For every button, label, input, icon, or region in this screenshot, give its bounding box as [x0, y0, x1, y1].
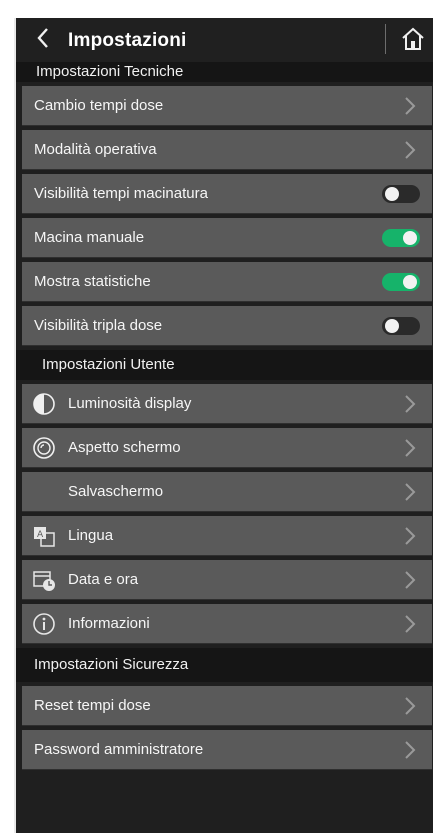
language-icon: A: [30, 522, 58, 550]
row-label: Aspetto schermo: [68, 439, 181, 456]
chevron-left-icon: [37, 28, 48, 48]
toggle-switch-on[interactable]: [382, 228, 420, 247]
chevron-right-icon: [398, 568, 422, 592]
row-label: Informazioni: [68, 615, 150, 632]
chevron-right-icon: [398, 738, 422, 762]
chevron-right-icon: [398, 436, 422, 460]
section-header-utente: Impostazioni Utente: [16, 350, 433, 380]
section-title: Impostazioni Tecniche: [36, 63, 184, 80]
row-visibilita-tempi-macinatura: Visibilità tempi macinatura: [22, 174, 432, 214]
chevron-right-icon: [398, 694, 422, 718]
section-header-sicurezza: Impostazioni Sicurezza: [16, 648, 433, 682]
row-data-e-ora[interactable]: Data e ora: [22, 560, 432, 600]
home-icon: [402, 27, 424, 50]
section-header-tecniche: Impostazioni Tecniche: [16, 62, 433, 82]
row-label: Macina manuale: [34, 229, 145, 246]
screensaver-moon-icon: [30, 478, 58, 506]
header-divider: [385, 24, 386, 54]
row-label: Password amministratore: [34, 741, 204, 758]
row-password-amministratore[interactable]: Password amministratore: [22, 730, 432, 770]
settings-screen: Impostazioni Impostazioni Tecniche Cambi…: [14, 18, 433, 833]
row-reset-tempi-dose[interactable]: Reset tempi dose: [22, 686, 432, 726]
back-button[interactable]: [34, 26, 52, 50]
row-macina-manuale: Macina manuale: [22, 218, 432, 258]
brightness-icon: [30, 390, 58, 418]
toggle-switch-off[interactable]: [382, 316, 420, 335]
row-salvaschermo[interactable]: Salvaschermo: [22, 472, 432, 512]
row-label: Reset tempi dose: [34, 697, 151, 714]
chevron-right-icon: [398, 612, 422, 636]
header-bar: Impostazioni: [16, 18, 433, 62]
home-button[interactable]: [398, 24, 428, 54]
row-label: Modalità operativa: [34, 141, 157, 158]
row-label: Luminosità display: [68, 395, 192, 412]
toggle-knob: [403, 230, 417, 245]
row-visibilita-tripla-dose: Visibilità tripla dose: [22, 306, 432, 346]
section-title: Impostazioni Sicurezza: [34, 656, 189, 673]
row-lingua[interactable]: A Lingua: [22, 516, 432, 556]
chevron-right-icon: [398, 138, 422, 162]
row-cambio-tempi-dose[interactable]: Cambio tempi dose: [22, 86, 432, 126]
toggle-knob: [385, 186, 399, 201]
section-title: Impostazioni Utente: [42, 356, 175, 373]
row-label: Salvaschermo: [68, 483, 164, 500]
chevron-right-icon: [398, 524, 422, 548]
row-label: Visibilità tempi macinatura: [34, 185, 208, 202]
row-luminosita-display[interactable]: Luminosità display: [22, 384, 432, 424]
row-label: Visibilità tripla dose: [34, 317, 163, 334]
chevron-right-icon: [398, 94, 422, 118]
page-title: Impostazioni: [68, 30, 187, 51]
row-mostra-statistiche: Mostra statistiche: [22, 262, 432, 302]
calendar-clock-icon: [30, 566, 58, 594]
row-label: Data e ora: [68, 571, 139, 588]
row-informazioni[interactable]: Informazioni: [22, 604, 432, 644]
row-label: Lingua: [68, 527, 114, 544]
chevron-right-icon: [398, 392, 422, 416]
row-modalita-operativa[interactable]: Modalità operativa: [22, 130, 432, 170]
row-aspetto-schermo[interactable]: Aspetto schermo: [22, 428, 432, 468]
toggle-switch-off[interactable]: [382, 184, 420, 203]
info-icon: [30, 610, 58, 638]
row-label: Cambio tempi dose: [34, 97, 164, 114]
toggle-knob: [403, 274, 417, 289]
appearance-icon: [30, 434, 58, 462]
toggle-knob: [385, 318, 399, 333]
row-label: Mostra statistiche: [34, 273, 151, 290]
svg-text:A: A: [37, 530, 44, 540]
toggle-switch-on[interactable]: [382, 272, 420, 291]
chevron-right-icon: [398, 480, 422, 504]
